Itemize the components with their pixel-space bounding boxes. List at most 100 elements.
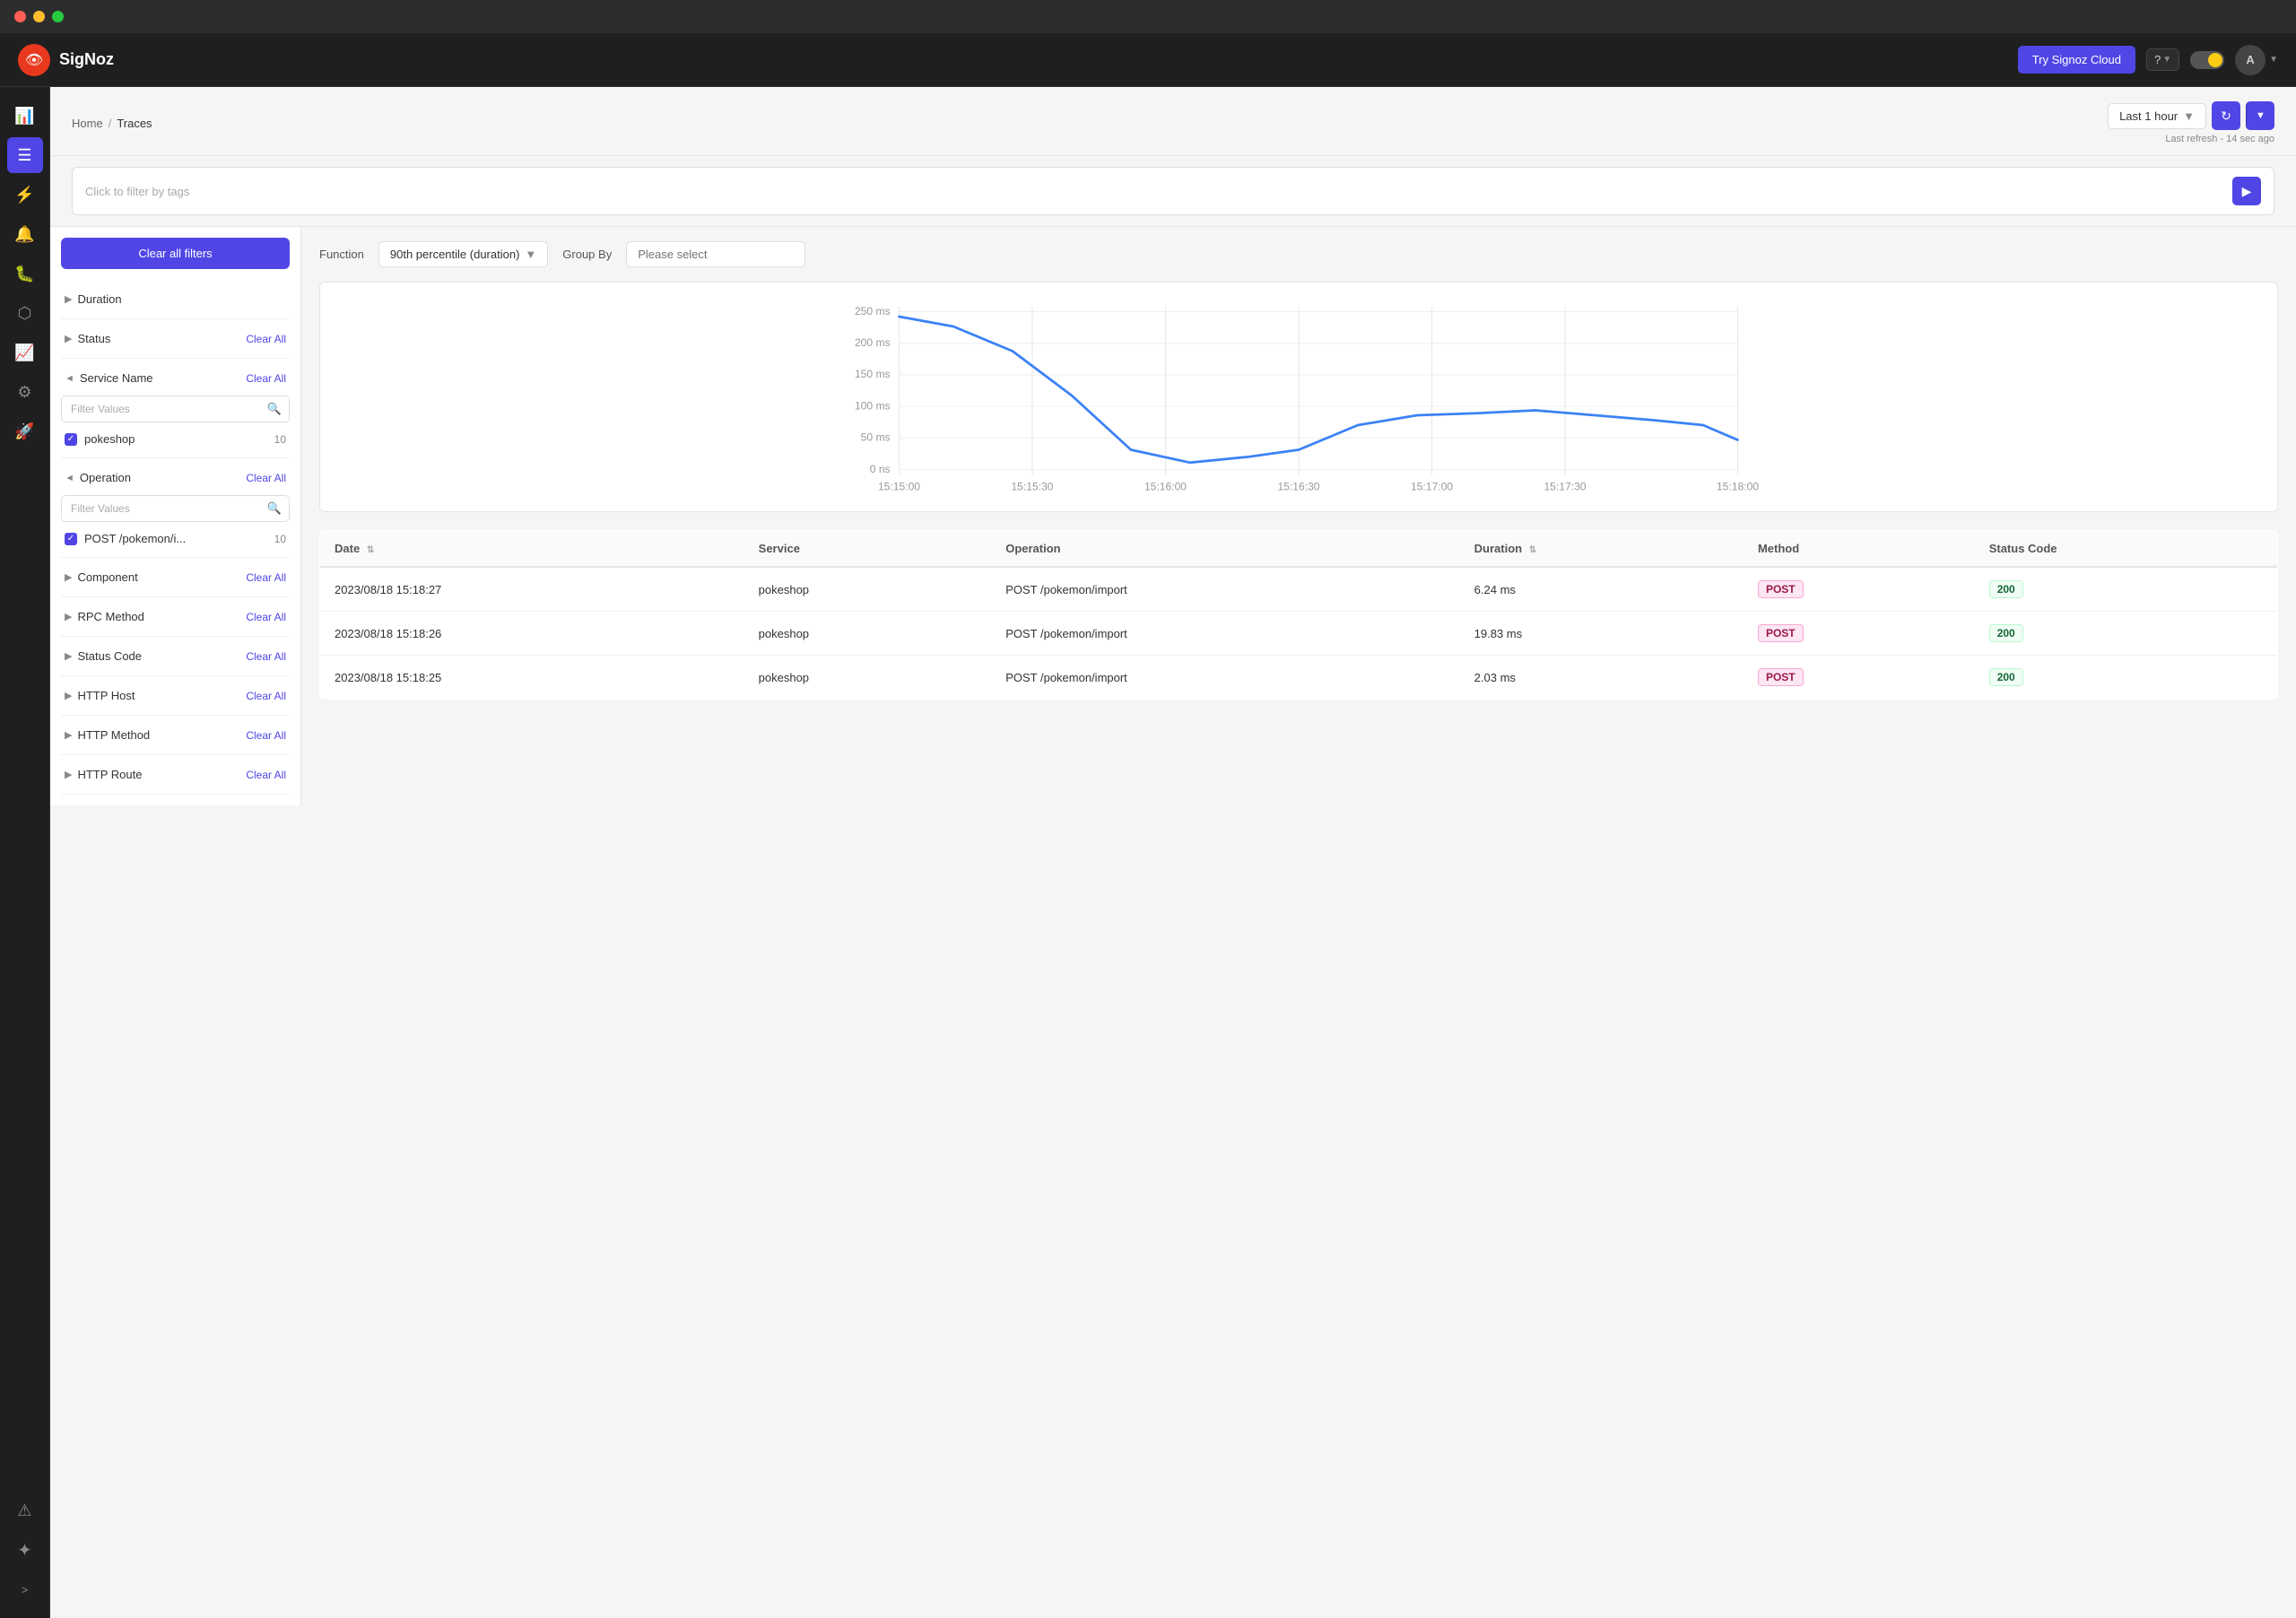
http-method-clear-all-button[interactable]: Clear All [246,729,286,742]
status-clear-all-button[interactable]: Clear All [246,333,286,345]
last-refresh-text: Last refresh - 14 sec ago [2165,134,2274,144]
sidebar-bottom: ⚠ ✦ > [7,1492,43,1607]
function-label: Function [319,248,364,261]
function-value: 90th percentile (duration) [390,248,520,261]
rpc-method-label: RPC Method [77,610,144,623]
col-service: Service [744,531,992,568]
http-host-label: HTTP Host [77,689,135,702]
operation-clear-all-button[interactable]: Clear All [246,472,286,484]
window-chrome [0,0,2296,33]
breadcrumb-home[interactable]: Home [72,117,103,130]
sidebar-item-analytics[interactable]: 📈 [7,335,43,370]
cell-date-1: 2023/08/18 15:18:26 [320,612,744,656]
cell-method-2: POST [1744,656,1975,700]
avatar-chevron-icon: ▼ [2269,55,2278,65]
col-duration-sort-icon: ⇅ [1529,545,1536,555]
minimize-button[interactable] [33,11,45,22]
status-badge-1: 200 [1989,624,2023,642]
cell-operation-2: POST /pokemon/import [991,656,1459,700]
svg-text:200 ms: 200 ms [855,336,891,349]
trace-chart: 250 ms 200 ms 150 ms 100 ms 50 ms 0 ns [335,297,2263,494]
filter-section-rpc-method: ▶ RPC Method Clear All [61,597,290,637]
table-row[interactable]: 2023/08/18 15:18:25 pokeshop POST /pokem… [320,656,2278,700]
sidebar-expand-button[interactable]: > [7,1571,43,1607]
service-name-clear-all-button[interactable]: Clear All [246,372,286,385]
cell-service-1: pokeshop [744,612,992,656]
service-name-search-input[interactable] [62,397,260,421]
filter-header-component[interactable]: ▶ Component Clear All [61,565,290,589]
status-badge-2: 200 [1989,668,2023,686]
logo-icon: 👁 [18,44,50,76]
cell-service-2: pokeshop [744,656,992,700]
svg-text:100 ms: 100 ms [855,399,891,412]
service-name-search: 🔍 [61,396,290,422]
try-cloud-button[interactable]: Try Signoz Cloud [2018,46,2135,74]
time-range-button[interactable]: Last 1 hour ▼ [2108,103,2206,129]
filter-header-rpc-method[interactable]: ▶ RPC Method Clear All [61,605,290,629]
maximize-button[interactable] [52,11,64,22]
filter-header-http-host[interactable]: ▶ HTTP Host Clear All [61,683,290,708]
theme-toggle[interactable] [2190,51,2224,69]
sidebar-item-metrics[interactable]: ⚡ [7,177,43,213]
table-row[interactable]: 2023/08/18 15:18:27 pokeshop POST /pokem… [320,567,2278,612]
operation-search-input[interactable] [62,497,260,520]
group-by-input[interactable] [626,241,805,267]
sidebar-item-traces[interactable]: ☰ [7,137,43,173]
cell-operation-1: POST /pokemon/import [991,612,1459,656]
filter-header-status-code[interactable]: ▶ Status Code Clear All [61,644,290,668]
close-button[interactable] [14,11,26,22]
filter-header-service-name[interactable]: ▼ Service Name Clear All [61,366,290,390]
http-route-chevron-icon: ▶ [65,769,72,780]
sidebar-item-warning[interactable]: ⚠ [7,1492,43,1528]
filter-header-operation[interactable]: ▼ Operation Clear All [61,465,290,490]
method-badge-1: POST [1758,624,1804,642]
cell-status-0: 200 [1975,567,2278,612]
col-status-code-label: Status Code [1989,542,2057,555]
filter-header-http-method[interactable]: ▶ HTTP Method Clear All [61,723,290,747]
filter-section-duration: ▶ Duration [61,280,290,319]
filter-bar[interactable]: Click to filter by tags ▶ [72,167,2274,215]
col-duration[interactable]: Duration ⇅ [1460,531,1744,568]
pokeshop-checkbox[interactable]: ✓ [65,433,77,446]
sidebar-item-slack[interactable]: ✦ [7,1532,43,1568]
rpc-method-chevron-icon: ▶ [65,611,72,622]
col-date-sort-icon: ⇅ [367,545,374,555]
http-route-clear-all-button[interactable]: Clear All [246,769,286,781]
help-dropdown[interactable]: ? ▼ [2146,48,2179,71]
filter-bar-wrap: Click to filter by tags ▶ [50,156,2296,227]
col-method-label: Method [1758,542,1799,555]
cell-method-0: POST [1744,567,1975,612]
http-host-clear-all-button[interactable]: Clear All [246,690,286,702]
filter-section-http-method: ▶ HTTP Method Clear All [61,716,290,755]
refresh-caret-button[interactable]: ▼ [2246,101,2274,130]
clear-all-filters-button[interactable]: Clear all filters [61,238,290,269]
sidebar-item-topology[interactable]: ⬡ [7,295,43,331]
function-select[interactable]: 90th percentile (duration) ▼ [378,241,548,267]
duration-label: Duration [77,292,121,306]
sidebar-item-dashboard[interactable]: 📊 [7,98,43,134]
col-date[interactable]: Date ⇅ [320,531,744,568]
component-clear-all-button[interactable]: Clear All [246,571,286,584]
left-panel: Clear all filters ▶ Duration ▶ [50,227,301,805]
sidebar-item-settings[interactable]: ⚙ [7,374,43,410]
refresh-button[interactable]: ↻ [2212,101,2240,130]
status-code-clear-all-button[interactable]: Clear All [246,650,286,663]
app-layout: 📊 ☰ ⚡ 🔔 🐛 ⬡ 📈 ⚙ 🚀 ⚠ ✦ > Home / Traces [0,87,2296,1618]
avatar-area[interactable]: A ▼ [2235,45,2278,75]
sidebar-item-rocket[interactable]: 🚀 [7,413,43,449]
sidebar-item-bugs[interactable]: 🐛 [7,256,43,291]
rpc-method-clear-all-button[interactable]: Clear All [246,611,286,623]
filter-section-service-name: ▼ Service Name Clear All 🔍 ✓ pokeshop [61,359,290,458]
operation-chevron-icon: ▼ [64,473,74,483]
cell-duration-1: 19.83 ms [1460,612,1744,656]
post-pokemon-checkbox[interactable]: ✓ [65,533,77,545]
filter-search-button[interactable]: ▶ [2232,177,2261,205]
svg-text:0 ns: 0 ns [870,463,891,475]
filter-header-http-route[interactable]: ▶ HTTP Route Clear All [61,762,290,787]
status-code-label: Status Code [77,649,142,663]
sidebar-item-alerts[interactable]: 🔔 [7,216,43,252]
avatar: A [2235,45,2266,75]
table-row[interactable]: 2023/08/18 15:18:26 pokeshop POST /pokem… [320,612,2278,656]
filter-header-duration[interactable]: ▶ Duration [61,287,290,311]
filter-header-status[interactable]: ▶ Status Clear All [61,326,290,351]
